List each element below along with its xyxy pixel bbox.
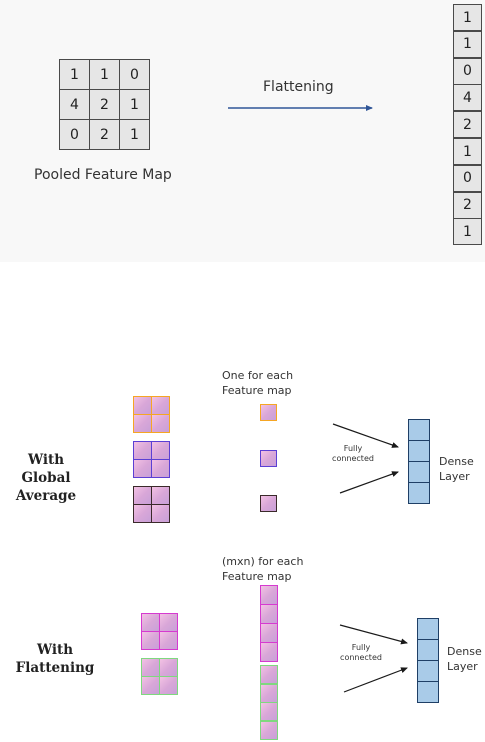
flat-feature-map-pink [141,631,160,650]
flat-vector-pink-cell [260,604,278,624]
flat-vector-pink-cell [260,623,278,643]
gap-pooled-dark [260,495,277,512]
flat-feature-map-green [141,676,160,695]
flat-fc-arrow-bottom [343,667,408,693]
flat-dense-neuron [417,660,439,682]
gap-feature-map-orange [133,414,152,433]
flat-vector-green-cell [260,665,278,684]
flat-feature-map-green [159,658,178,677]
gap-feature-map-purple [133,441,152,460]
gap-feature-map-dark [151,486,170,505]
flat-vector-green-cell [260,683,278,703]
gap-column-label: One for each Feature map [222,369,294,397]
gap-feature-map-orange [133,396,152,415]
gap-dense-neuron [408,419,430,441]
gap-feature-map-purple [151,459,170,478]
gap-dense-neuron [408,461,430,483]
gap-dense-neuron [408,482,430,504]
gap-pooled-orange [260,404,277,421]
gap-dense-label: Dense Layer [439,455,474,483]
gap-feature-map-dark [133,504,152,523]
flat-column-label: (mxn) for each Feature map [222,555,304,583]
flat-row-label: With Flattening [15,642,95,676]
gap-feature-map-purple [151,441,170,460]
gap-feature-map-dark [151,504,170,523]
flat-vector-green-cell [260,720,278,740]
flat-vector-pink-cell [260,642,278,662]
gap-fc-arrow-bottom [339,471,399,494]
flat-dense-label: Dense Layer [447,645,482,673]
flat-fc-arrow-top [339,624,408,645]
flat-feature-map-pink [141,613,160,632]
gap-feature-map-dark [133,486,152,505]
flat-vector-green-cell [260,702,278,721]
flat-feature-map-green [141,658,160,677]
flat-dense-neuron [417,618,439,640]
gap-pooled-purple [260,450,277,467]
gap-feature-map-orange [151,414,170,433]
flat-feature-map-green [159,676,178,695]
gap-row-label: With Global Average [15,452,77,504]
gap-dense-neuron [408,440,430,462]
gap-feature-map-orange [151,396,170,415]
flat-dense-neuron [417,639,439,661]
flat-dense-neuron [417,681,439,703]
flat-fc-label: Fully connected [340,643,382,662]
flat-feature-map-pink [159,613,178,632]
flat-feature-map-pink [159,631,178,650]
gap-feature-map-purple [133,459,152,478]
flat-vector-pink-cell [260,585,278,605]
gap-fc-label: Fully connected [332,444,374,463]
